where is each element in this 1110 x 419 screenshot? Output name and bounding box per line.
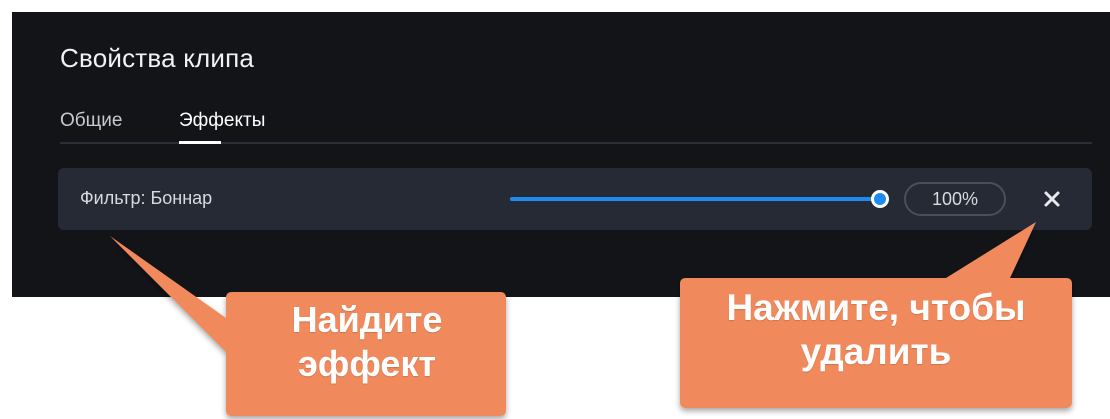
- remove-callout: Нажмите, чтобы удалить: [683, 286, 1069, 374]
- callout-line: удалить: [800, 331, 952, 372]
- callout-line: Найдите: [291, 299, 443, 340]
- callout-line: Нажмите, чтобы: [726, 287, 1026, 328]
- screenshot-stage: Свойства клипа Общие Эффекты Фильтр: Бон…: [0, 0, 1110, 419]
- find-effect-callout: Найдите эффект: [232, 298, 502, 386]
- callout-line: эффект: [297, 343, 437, 384]
